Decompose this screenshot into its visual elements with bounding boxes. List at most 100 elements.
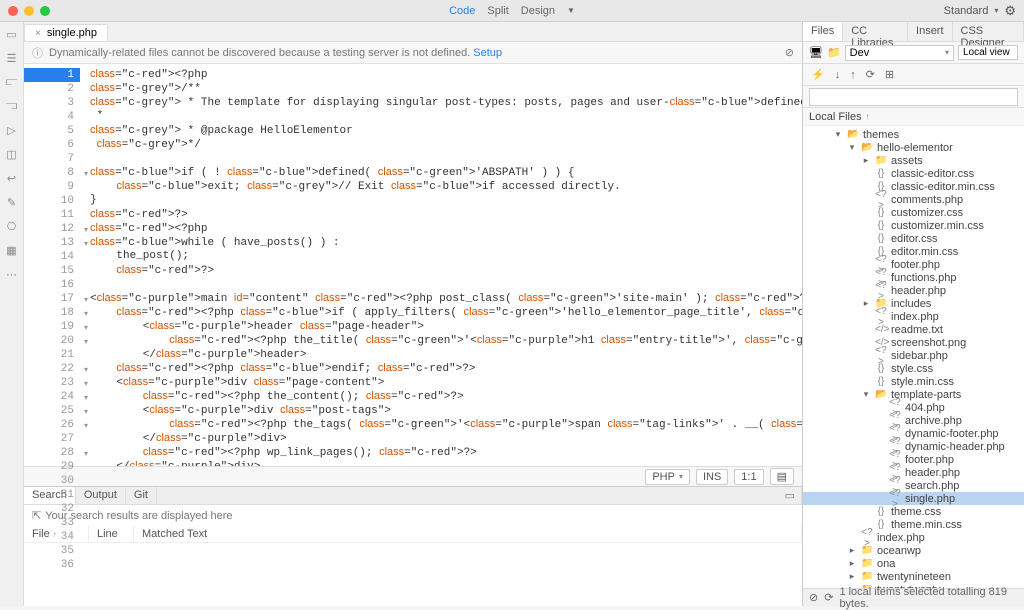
fold-toggle-icon[interactable]: ▾ — [84, 239, 88, 248]
line-number[interactable]: 20▾ — [24, 334, 80, 348]
line-number[interactable]: 2 — [24, 82, 80, 96]
file-item[interactable]: <?>dynamic-header.php — [803, 440, 1024, 453]
line-number[interactable]: 21 — [24, 348, 80, 362]
chevron-down-icon[interactable]: ▼ — [567, 6, 575, 15]
code-line[interactable]: class="c-blue">exit; class="c-grey">// E… — [80, 180, 802, 194]
file-item[interactable]: <?>sidebar.php — [803, 349, 1024, 362]
line-number[interactable]: 6 — [24, 138, 80, 152]
code-line[interactable]: </class="c-purple">header> — [80, 348, 802, 362]
fold-toggle-icon[interactable]: ▾ — [84, 323, 88, 332]
tree-toggle-icon[interactable]: ▸ — [859, 155, 873, 166]
file-item[interactable]: <?>archive.php — [803, 414, 1024, 427]
code-line[interactable] — [80, 152, 802, 166]
line-number[interactable]: 34 — [24, 530, 80, 544]
fold-toggle-icon[interactable]: ▾ — [84, 393, 88, 402]
overview-icon[interactable]: ▤ — [770, 468, 794, 485]
file-item[interactable]: {}editor.min.css — [803, 245, 1024, 258]
line-number[interactable]: 33 — [24, 516, 80, 530]
tab-single-php[interactable]: × single.php — [24, 24, 108, 41]
line-number[interactable]: 26▾ — [24, 418, 80, 432]
file-item[interactable]: <?>header.php — [803, 466, 1024, 479]
file-item[interactable]: <?>footer.php — [803, 258, 1024, 271]
line-number[interactable]: 35 — [24, 544, 80, 558]
file-item[interactable]: {}style.min.css — [803, 375, 1024, 388]
fold-toggle-icon[interactable]: ▾ — [84, 337, 88, 346]
collapse-icon[interactable]: ▦ — [5, 244, 19, 258]
file-item[interactable]: <?>single.php — [803, 492, 1024, 505]
line-number[interactable]: 9 — [24, 180, 80, 194]
line-number[interactable]: 19▾ — [24, 320, 80, 334]
line-number[interactable]: 5 — [24, 124, 80, 138]
tree-toggle-icon[interactable]: ▸ — [845, 545, 859, 556]
chevron-down-icon[interactable]: ▾ — [994, 6, 998, 15]
tree-toggle-icon[interactable]: ▸ — [845, 571, 859, 582]
code-line[interactable]: <class="c-purple">div class="post-tags"> — [80, 404, 802, 418]
code-line[interactable]: class="c-red"><?php class="c-blue">endif… — [80, 362, 802, 376]
file-item[interactable]: <?>404.php — [803, 401, 1024, 414]
code-line[interactable]: class="c-red"><?php — [80, 222, 802, 236]
code-line[interactable]: class="c-red"><?php wp_link_pages(); cla… — [80, 446, 802, 460]
split-vert-icon[interactable]: ⫎ — [5, 100, 19, 114]
settings-icon[interactable]: ⚙ — [1004, 3, 1016, 19]
file-item[interactable]: </>screenshot.png — [803, 336, 1024, 349]
line-number[interactable]: 30 — [24, 474, 80, 488]
preview-icon[interactable]: ◫ — [5, 148, 19, 162]
view-code[interactable]: Code — [449, 5, 475, 17]
line-number[interactable]: 24▾ — [24, 390, 80, 404]
code-line[interactable]: <class="c-purple">header class="page-hea… — [80, 320, 802, 334]
close-tab-icon[interactable]: × — [35, 28, 41, 39]
code-line[interactable]: class="c-red">?> — [80, 264, 802, 278]
line-number[interactable]: 36 — [24, 558, 80, 572]
line-number[interactable]: 27 — [24, 432, 80, 446]
insert-mode[interactable]: INS — [696, 469, 728, 485]
code-line[interactable]: class="c-blue">while ( have_posts() ) : — [80, 236, 802, 250]
file-item[interactable]: <?>dynamic-footer.php — [803, 427, 1024, 440]
fold-toggle-icon[interactable]: ▾ — [84, 379, 88, 388]
code-line[interactable]: <class="c-purple">div class="page-conten… — [80, 376, 802, 390]
local-files-header[interactable]: Local Files↑ — [803, 108, 1024, 126]
tree-toggle-icon[interactable]: ▸ — [859, 298, 873, 309]
file-item[interactable]: <?>index.php — [803, 531, 1024, 544]
line-number[interactable]: 10 — [24, 194, 80, 208]
code-line[interactable]: class="c-red"><?php the_content(); class… — [80, 390, 802, 404]
line-number[interactable]: 8▾ — [24, 166, 80, 180]
file-item[interactable]: {}theme.css — [803, 505, 1024, 518]
code-line[interactable]: the_post(); — [80, 250, 802, 264]
wrap-icon[interactable]: ↩ — [5, 172, 19, 186]
line-number[interactable]: 14 — [24, 250, 80, 264]
tab-cc-libraries[interactable]: CC Libraries — [843, 22, 908, 41]
tree-toggle-icon[interactable]: ▾ — [845, 142, 859, 153]
line-number[interactable]: 23▾ — [24, 376, 80, 390]
file-item[interactable]: <?>header.php — [803, 284, 1024, 297]
code-line[interactable]: class="c-red">?> — [80, 208, 802, 222]
file-item[interactable]: {}classic-editor.css — [803, 167, 1024, 180]
folder-item[interactable]: ▸📁assets — [803, 154, 1024, 167]
folder-item[interactable]: ▾📂template-parts — [803, 388, 1024, 401]
line-number[interactable]: 17▾ — [24, 292, 80, 306]
view-selector[interactable]: Local view — [958, 45, 1018, 60]
file-item[interactable]: <?>index.php — [803, 310, 1024, 323]
fold-toggle-icon[interactable]: ▾ — [84, 169, 88, 178]
line-number[interactable]: 11 — [24, 208, 80, 222]
line-number[interactable]: 31 — [24, 488, 80, 502]
tab-git[interactable]: Git — [126, 487, 157, 504]
fold-toggle-icon[interactable]: ▾ — [84, 309, 88, 318]
activity-icon[interactable]: ⟳ — [824, 591, 833, 604]
minimize-panel-icon[interactable]: ▭ — [779, 487, 802, 504]
code-line[interactable] — [80, 278, 802, 292]
file-mgmt-icon[interactable]: ▭ — [5, 28, 19, 42]
line-number[interactable]: 4 — [24, 110, 80, 124]
file-item[interactable]: <?>footer.php — [803, 453, 1024, 466]
split-horiz-icon[interactable]: ⫍ — [5, 76, 19, 90]
tab-output[interactable]: Output — [76, 487, 126, 504]
stop-icon[interactable]: ⊘ — [809, 591, 818, 604]
file-item[interactable]: </>readme.txt — [803, 323, 1024, 336]
file-item[interactable]: {}editor.css — [803, 232, 1024, 245]
file-tree[interactable]: ▾📂themes▾📂hello-elementor▸📁assets{}class… — [803, 126, 1024, 588]
tree-toggle-icon[interactable]: ▾ — [831, 129, 845, 140]
file-item[interactable]: {}customizer.min.css — [803, 219, 1024, 232]
tab-files[interactable]: Files — [803, 22, 843, 41]
line-number[interactable]: 32 — [24, 502, 80, 516]
code-line[interactable]: <class="c-purple">main id="content" clas… — [80, 292, 802, 306]
minimize-window-button[interactable] — [24, 6, 34, 16]
